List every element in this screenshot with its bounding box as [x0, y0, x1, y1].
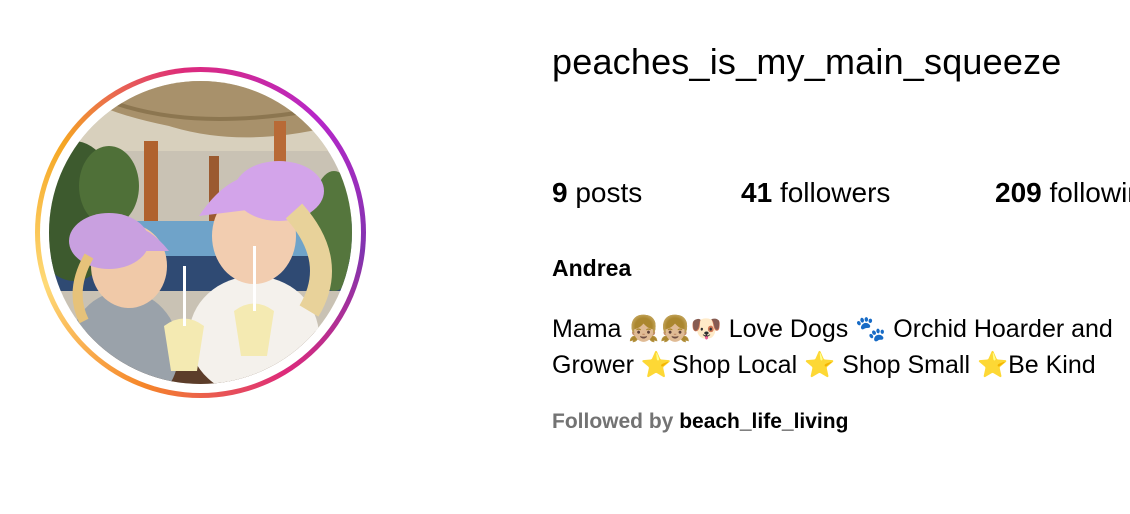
- avatar[interactable]: [49, 81, 352, 384]
- bio-line-2: Grower ⭐Shop Local ⭐ Shop Small ⭐Be Kind: [552, 351, 1096, 379]
- profile-bio: Mama 👧🏼👧🏼🐶 Love Dogs 🐾 Orchid Hoarder an…: [552, 311, 1130, 383]
- bio-line-1: Mama 👧🏼👧🏼🐶 Love Dogs 🐾 Orchid Hoarder an…: [552, 315, 1113, 343]
- posts-count: 9: [552, 177, 568, 208]
- followers-label: followers: [779, 177, 891, 208]
- posts-stat: 9 posts: [552, 176, 642, 210]
- followed-by-label: Followed by: [552, 410, 674, 433]
- followers-count: 41: [741, 177, 773, 208]
- profile-header: peaches_is_my_main_squeeze 9 posts 41 fo…: [0, 0, 1130, 514]
- followers-stat[interactable]: 41 followers: [741, 176, 890, 210]
- avatar-photo-image: [49, 81, 352, 384]
- profile-username: peaches_is_my_main_squeeze: [552, 41, 1062, 82]
- followed-by-user-link[interactable]: beach_life_living: [679, 410, 848, 433]
- story-ring[interactable]: [35, 67, 366, 398]
- followed-by: Followed by beach_life_living: [552, 408, 848, 436]
- posts-label: posts: [575, 177, 643, 208]
- profile-full-name: Andrea: [552, 255, 632, 281]
- following-count: 209: [995, 177, 1042, 208]
- following-stat[interactable]: 209 following: [995, 176, 1130, 210]
- following-label: following: [1049, 177, 1130, 208]
